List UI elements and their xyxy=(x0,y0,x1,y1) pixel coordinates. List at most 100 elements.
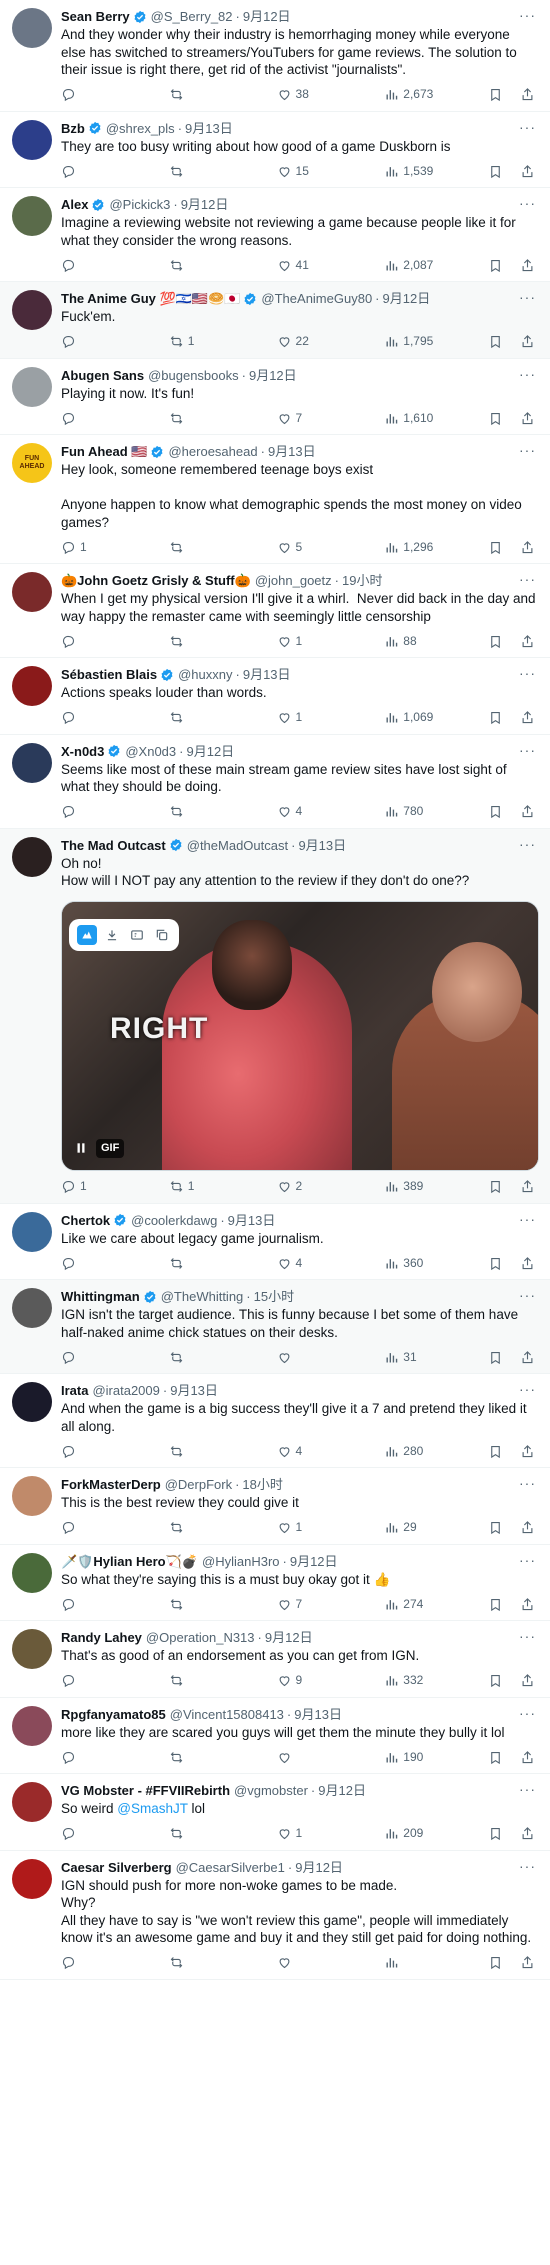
views-button[interactable]: 2,673 xyxy=(384,86,488,103)
like-button[interactable]: 7 xyxy=(277,1596,385,1613)
avatar[interactable] xyxy=(12,836,52,877)
views-button[interactable]: 1,610 xyxy=(384,410,488,427)
views-button[interactable]: 29 xyxy=(384,1519,488,1536)
display-name[interactable]: Whittingman xyxy=(61,1288,140,1305)
share-button[interactable] xyxy=(520,1597,536,1612)
repost-button[interactable] xyxy=(169,1673,277,1688)
pause-icon[interactable] xyxy=(74,1141,88,1155)
share-button[interactable] xyxy=(520,258,536,273)
reply-button[interactable] xyxy=(61,1597,169,1612)
repost-button[interactable] xyxy=(169,1750,277,1765)
repost-button[interactable] xyxy=(169,634,277,649)
like-button[interactable]: 5 xyxy=(277,539,385,556)
reply-button[interactable] xyxy=(61,87,169,102)
display-name[interactable]: Chertok xyxy=(61,1212,110,1229)
like-button[interactable]: 1 xyxy=(277,709,385,726)
bookmark-button[interactable] xyxy=(488,258,520,273)
share-button[interactable] xyxy=(520,164,536,179)
timestamp[interactable]: 9月12日 xyxy=(249,367,297,384)
reply-feed[interactable]: Sean Berry @S_Berry_82 · 9月12日 ··· And they w… xyxy=(0,0,550,2265)
repost-button[interactable] xyxy=(169,1520,277,1535)
share-button[interactable] xyxy=(520,334,536,349)
bookmark-button[interactable] xyxy=(488,804,520,819)
display-name[interactable]: Fun Ahead 🇺🇸 xyxy=(61,443,147,460)
user-handle[interactable]: @heroesahead xyxy=(168,443,257,460)
tweet[interactable]: Sean Berry @S_Berry_82 · 9月12日 ··· And they w… xyxy=(0,0,550,112)
avatar[interactable] xyxy=(12,1476,52,1516)
display-name[interactable]: Sean Berry xyxy=(61,8,130,25)
repost-button[interactable] xyxy=(169,1955,277,1970)
views-button[interactable]: 190 xyxy=(384,1749,488,1766)
timestamp[interactable]: 9月13日 xyxy=(294,1706,342,1723)
reply-button[interactable] xyxy=(61,1444,169,1459)
avatar[interactable] xyxy=(12,666,52,706)
like-button[interactable]: 41 xyxy=(277,257,385,274)
share-button[interactable] xyxy=(520,1750,536,1765)
avatar[interactable] xyxy=(12,742,52,783)
display-name[interactable]: Rpgfanyamato85 xyxy=(61,1706,166,1723)
views-button[interactable]: 280 xyxy=(384,1443,488,1460)
like-button[interactable] xyxy=(277,1955,385,1970)
timestamp[interactable]: 9月12日 xyxy=(383,290,431,307)
more-options-icon[interactable]: ··· xyxy=(519,443,536,457)
timestamp[interactable]: 15小时 xyxy=(254,1288,294,1305)
repost-button[interactable] xyxy=(169,710,277,725)
display-name[interactable]: Randy Lahey xyxy=(61,1629,142,1646)
bookmark-button[interactable] xyxy=(488,1444,520,1459)
reply-button[interactable] xyxy=(61,1750,169,1765)
display-name[interactable]: 🎃John Goetz Grisly & Stuff🎃 xyxy=(61,572,251,589)
bookmark-button[interactable] xyxy=(488,1673,520,1688)
views-button[interactable]: 1,296 xyxy=(384,539,488,556)
timestamp[interactable]: 19小时 xyxy=(342,572,382,589)
avatar[interactable] xyxy=(12,1705,52,1746)
bookmark-button[interactable] xyxy=(488,164,520,179)
user-handle[interactable]: @huxxny xyxy=(178,666,232,683)
views-button[interactable]: 88 xyxy=(384,633,488,650)
more-options-icon[interactable]: ··· xyxy=(519,1288,536,1302)
bookmark-button[interactable] xyxy=(488,1350,520,1365)
avatar[interactable] xyxy=(12,1552,52,1593)
more-options-icon[interactable]: ··· xyxy=(519,8,536,22)
tweet[interactable]: Alex @Pickick3 · 9月12日 ··· Imagine a reviewin… xyxy=(0,188,550,282)
more-options-icon[interactable]: ··· xyxy=(519,743,536,757)
bookmark-button[interactable] xyxy=(488,1520,520,1535)
more-options-icon[interactable]: ··· xyxy=(519,1382,536,1396)
views-button[interactable]: 31 xyxy=(384,1349,488,1366)
avatar[interactable] xyxy=(12,1782,52,1822)
bookmark-button[interactable] xyxy=(488,1750,520,1765)
views-button[interactable]: 389 xyxy=(384,1178,488,1195)
repost-button[interactable]: 1 xyxy=(169,333,277,350)
views-button[interactable]: 2,087 xyxy=(384,257,488,274)
tweet[interactable]: Irata @irata2009 · 9月13日 ··· And when the gam… xyxy=(0,1374,550,1468)
bookmark-button[interactable] xyxy=(488,1955,520,1970)
tweet[interactable]: Rpgfanyamato85 @Vincent15808413 · 9月13日 ··· m… xyxy=(0,1698,550,1774)
display-name[interactable]: VG Mobster - #FFVIIRebirth xyxy=(61,1782,230,1799)
user-handle[interactable]: @shrex_pls xyxy=(106,120,175,137)
bookmark-button[interactable] xyxy=(488,334,520,349)
user-handle[interactable]: @theMadOutcast xyxy=(187,837,288,854)
timestamp[interactable]: 9月12日 xyxy=(181,196,229,213)
reply-button[interactable] xyxy=(61,164,169,179)
tweet[interactable]: 🗡️🛡️Hylian Hero🏹💣 @HylianH3ro · 9月12日 ··· So … xyxy=(0,1545,550,1621)
more-options-icon[interactable]: ··· xyxy=(519,1476,536,1490)
avatar[interactable] xyxy=(12,290,52,330)
user-handle[interactable]: @TheAnimeGuy80 xyxy=(261,290,372,307)
gif-media[interactable]: RIGHT GIF xyxy=(61,900,539,1171)
user-handle[interactable]: @Pickick3 xyxy=(109,196,170,213)
user-handle[interactable]: @DerpFork xyxy=(165,1476,232,1493)
bookmark-button[interactable] xyxy=(488,411,520,426)
more-options-icon[interactable]: ··· xyxy=(519,837,536,851)
reply-button[interactable] xyxy=(61,258,169,273)
share-button[interactable] xyxy=(520,710,536,725)
display-name[interactable]: Bzb xyxy=(61,120,85,137)
download-icon[interactable] xyxy=(102,925,122,945)
tweet[interactable]: The Mad Outcast @theMadOutcast · 9月13日 ··· Oh… xyxy=(0,828,550,1204)
avatar[interactable] xyxy=(12,1211,52,1252)
views-button[interactable]: 780 xyxy=(384,803,488,820)
like-button[interactable]: 22 xyxy=(277,333,385,350)
timestamp[interactable]: 9月12日 xyxy=(295,1859,343,1876)
share-button[interactable] xyxy=(520,1444,536,1459)
views-button[interactable]: 1,069 xyxy=(384,709,488,726)
reply-button[interactable] xyxy=(61,411,169,426)
display-name[interactable]: The Mad Outcast xyxy=(61,837,166,854)
